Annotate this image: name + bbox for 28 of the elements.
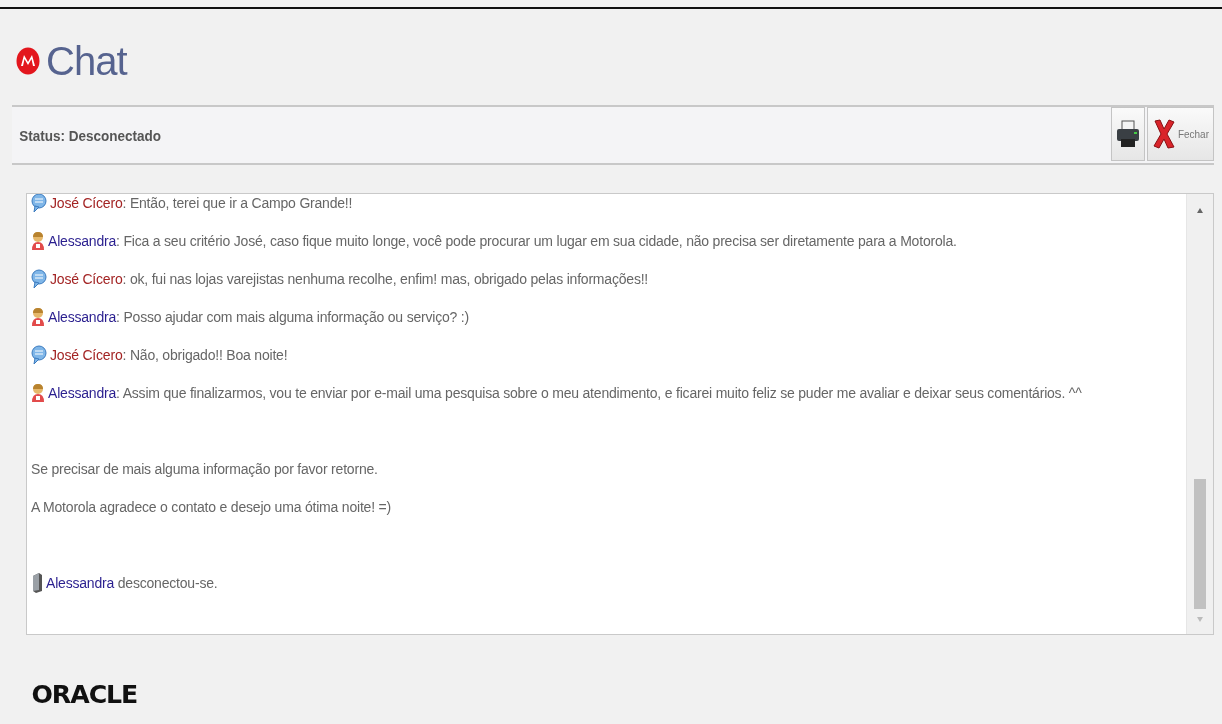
- sender-name: José Cícero: [50, 347, 123, 363]
- close-icon: [1151, 118, 1176, 150]
- chat-message: Se precisar de mais alguma informação por favor retorne.: [31, 461, 378, 477]
- sender-name: José Cícero: [50, 271, 123, 287]
- speech-bubble-icon: [31, 345, 47, 365]
- status-text: Status: Desconectado: [18, 126, 162, 144]
- chat-title: Chat: [46, 39, 127, 83]
- scrollbar[interactable]: [1186, 194, 1213, 634]
- agent-icon: [31, 383, 45, 403]
- door-icon: [31, 572, 43, 594]
- sender-name: José Cícero: [50, 195, 123, 211]
- agent-icon: [31, 307, 45, 327]
- chat-message: José Cícero: Não, obrigado!! Boa noite!: [50, 347, 288, 363]
- chat-message: José Cícero: Então, terei que ir a Campo Grande!!: [50, 195, 353, 211]
- chat-message: Alessandra: Fica a seu critério José, caso fique muito longe, você pode procurar um lugar em sua cidade, não precisa ser diretamente para a Motorola.: [48, 233, 957, 249]
- print-button[interactable]: [1110, 107, 1145, 161]
- chat-message: Alessandra: Posso ajudar com mais alguma informação ou serviço? :): [48, 309, 469, 325]
- logo-icon: [16, 47, 40, 75]
- chat-message: Alessandra: Assim que finalizarmos, vou te enviar por e-mail uma pesquisa sobre o meu atendimento, e ficarei muito feliz se puder me avaliar e deixar seus comentários. ^^: [48, 385, 1082, 401]
- oracle-logo: ORACLE: [31, 681, 138, 709]
- chat-message: Alessandra desconectou-se.: [46, 575, 218, 591]
- printer-icon: [1115, 119, 1140, 149]
- chat-message: A Motorola agradece o contato e desejo uma ótima noite! =): [31, 499, 391, 515]
- agent-icon: [31, 231, 45, 251]
- chat-message: José Cícero: ok, fui nas lojas varejistas nenhuma recolhe, enfim! mas, obrigado pelas informações!!: [50, 271, 649, 287]
- speech-bubble-icon: [31, 269, 47, 289]
- close-button[interactable]: Fechar: [1146, 107, 1214, 161]
- sender-name: Alessandra: [46, 575, 115, 591]
